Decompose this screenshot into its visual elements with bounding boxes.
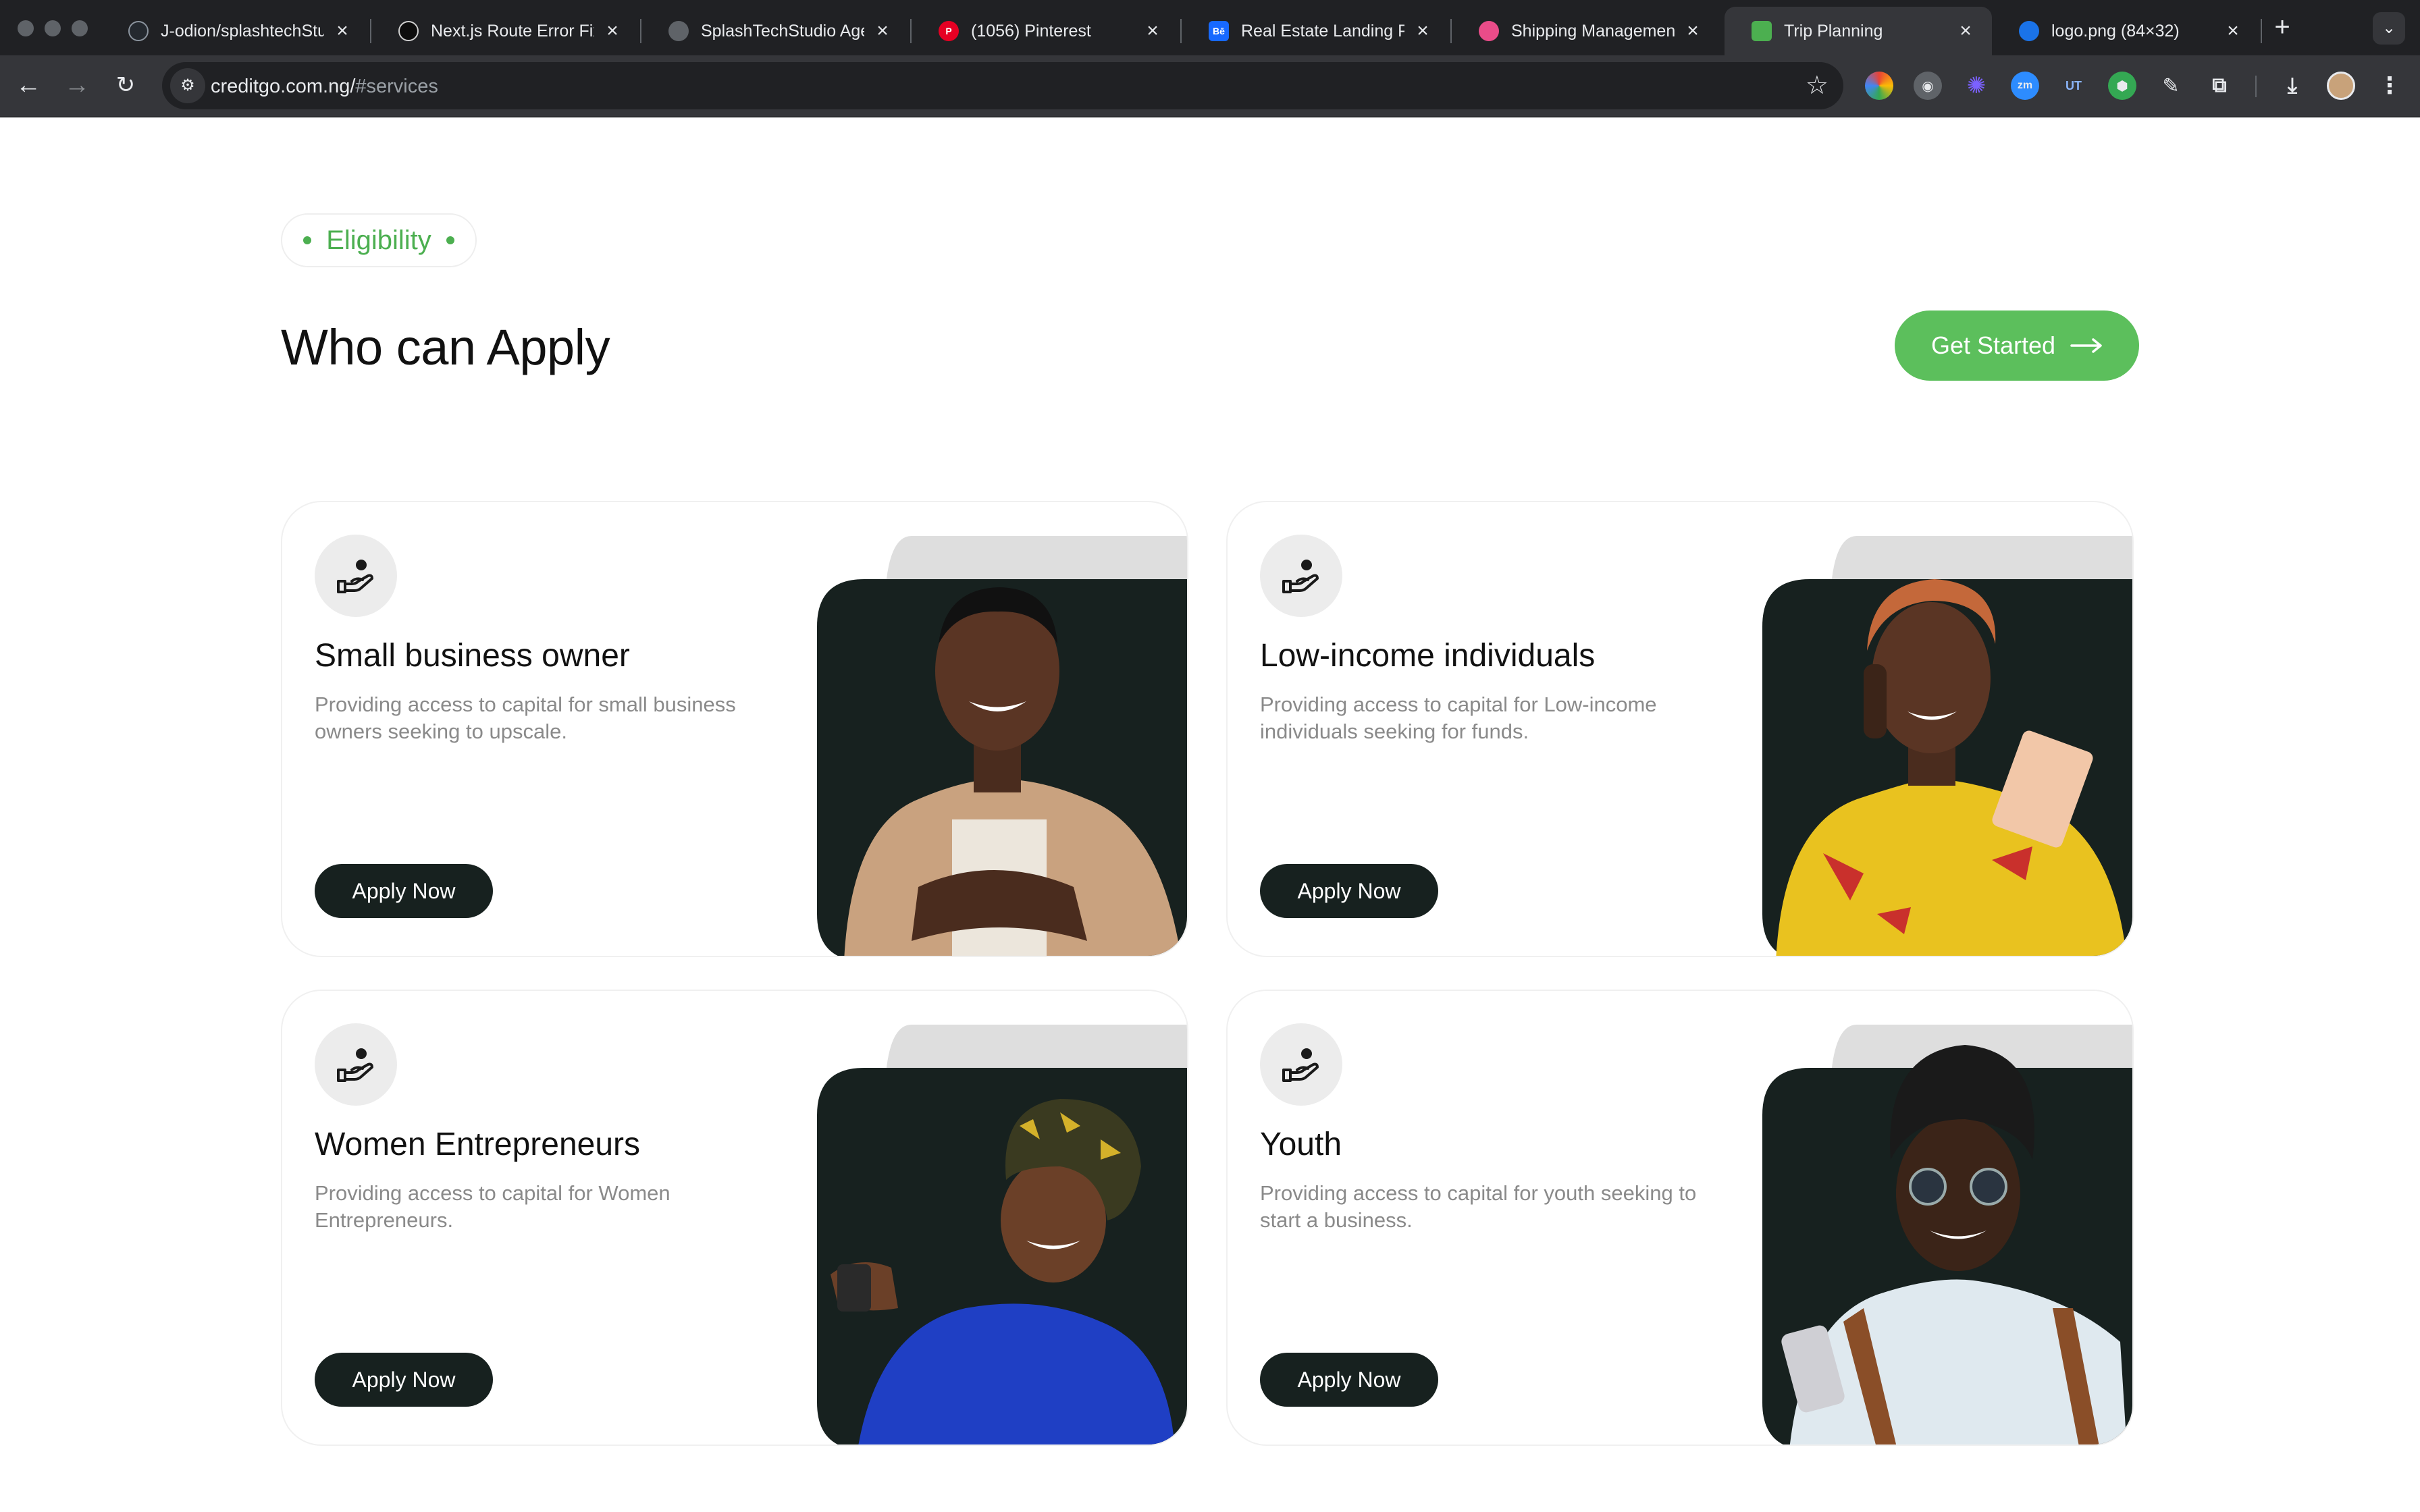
close-tab-icon[interactable]: ×: [1954, 20, 1977, 43]
hand-coin-icon: [1260, 535, 1342, 617]
eligibility-card-low-income: Low-income individuals Providing access …: [1226, 501, 2134, 957]
new-tab-icon[interactable]: +: [2269, 9, 2296, 45]
arrow-right-icon: [2070, 338, 2102, 353]
woman-in-headwrap-with-phone-photo: [817, 1025, 1187, 1444]
color-picker-extension-icon[interactable]: [1865, 72, 1893, 100]
close-tab-icon[interactable]: ×: [1141, 20, 1164, 43]
tab-title: Next.js Route Error Fix: [431, 21, 594, 40]
forward-arrow-icon[interactable]: →: [58, 66, 96, 104]
eyedropper-extension-icon[interactable]: ✎: [2157, 72, 2185, 100]
extensions-puzzle-icon[interactable]: ⧉: [2205, 72, 2234, 100]
image-icon: [2019, 21, 2039, 41]
figma-icon: [1752, 21, 1772, 41]
close-tab-icon[interactable]: ×: [1411, 20, 1434, 43]
url-host: creditgo.com.ng/: [211, 76, 356, 97]
gear-extension-icon[interactable]: ✺: [1962, 72, 1991, 100]
close-tab-icon[interactable]: ×: [331, 20, 354, 43]
tab-title: Trip Planning: [1784, 21, 1883, 40]
site-info-icon[interactable]: ⚙: [170, 68, 205, 103]
badge-label: Eligibility: [326, 225, 431, 255]
card-description: Providing access to capital for Low-inco…: [1260, 693, 1657, 743]
zoom-extension-icon[interactable]: zm: [2011, 72, 2039, 100]
young-man-with-phone-photo: [1762, 1025, 2132, 1444]
camera-extension-icon[interactable]: ◉: [1914, 72, 1942, 100]
download-icon[interactable]: ⤓: [2278, 72, 2307, 100]
behance-icon: Bē: [1209, 21, 1229, 41]
apply-now-button[interactable]: Apply Now: [315, 1353, 493, 1407]
close-tab-icon[interactable]: ×: [871, 20, 894, 43]
services-section: Eligibility Who can Apply Get Started Sm…: [0, 119, 2420, 1512]
tab-title: Real Estate Landing Pa: [1241, 21, 1404, 40]
browser-tab[interactable]: Next.js Route Error Fix ×: [371, 7, 639, 55]
chatgpt-icon: [398, 21, 419, 41]
address-bar[interactable]: ⚙ creditgo.com.ng/#services ☆: [162, 62, 1843, 109]
tab-title: (1056) Pinterest: [971, 21, 1091, 40]
browser-tab[interactable]: logo.png (84×32) ×: [1992, 7, 2259, 55]
eligibility-card-small-business: Small business owner Providing access to…: [281, 501, 1188, 957]
browser-tab[interactable]: P (1056) Pinterest ×: [912, 7, 1179, 55]
ruler-extension-icon[interactable]: UT: [2059, 72, 2088, 100]
github-icon: [128, 21, 149, 41]
get-started-label: Get Started: [1930, 331, 2056, 359]
tab-title: J-odion/splashtechStu: [161, 21, 324, 40]
browser-tab-bar: J-odion/splashtechStu × Next.js Route Er…: [0, 0, 2420, 55]
badge-dot: [446, 236, 454, 244]
browser-tab[interactable]: SplashTechStudio Agen ×: [641, 7, 909, 55]
close-tab-icon[interactable]: ×: [1681, 20, 1704, 43]
man-in-apron-photo: [817, 536, 1187, 956]
back-arrow-icon[interactable]: ←: [9, 66, 47, 104]
window-minimize-control[interactable]: [45, 20, 61, 36]
section-title: Who can Apply: [281, 319, 610, 375]
browser-tab-active[interactable]: Trip Planning ×: [1725, 7, 1992, 55]
hand-coin-icon: [1260, 1023, 1342, 1106]
pinterest-icon: P: [939, 21, 959, 41]
card-description: Providing access to capital for small bu…: [315, 693, 736, 743]
card-title: Youth: [1260, 1127, 1342, 1162]
card-description: Providing access to capital for youth se…: [1260, 1181, 1697, 1232]
evernote-extension-icon[interactable]: ⬢: [2108, 72, 2136, 100]
dribbble-icon: [1479, 21, 1499, 41]
url-path: #services: [355, 76, 438, 97]
close-tab-icon[interactable]: ×: [601, 20, 624, 43]
browser-tab[interactable]: J-odion/splashtechStu ×: [101, 7, 369, 55]
card-title: Small business owner: [315, 638, 630, 674]
window-close-control[interactable]: [18, 20, 34, 36]
eligibility-badge: Eligibility: [281, 213, 477, 267]
hand-coin-icon: [315, 535, 397, 617]
eligibility-card-women-entrepreneurs: Women Entrepreneurs Providing access to …: [281, 990, 1188, 1446]
tab-title: SplashTechStudio Agen: [701, 21, 864, 40]
tab-title: logo.png (84×32): [2051, 21, 2180, 40]
bookmark-star-icon[interactable]: ☆: [1806, 70, 1829, 101]
tab-title: Shipping Management: [1511, 21, 1675, 40]
browser-toolbar: ← → ↻ ⚙ creditgo.com.ng/#services ☆ ◉ ✺ …: [0, 55, 2420, 117]
profile-avatar[interactable]: [2327, 72, 2355, 100]
url-text[interactable]: creditgo.com.ng/#services: [211, 76, 438, 98]
card-title: Low-income individuals: [1260, 638, 1596, 674]
browser-tab[interactable]: Shipping Management ×: [1452, 7, 1719, 55]
woman-with-phone-and-cash-photo: [1762, 536, 2132, 956]
get-started-button[interactable]: Get Started: [1895, 310, 2139, 381]
globe-icon: [668, 21, 689, 41]
tab-search-icon[interactable]: ⌄: [2373, 12, 2405, 45]
close-tab-icon[interactable]: ×: [2221, 20, 2244, 43]
hand-coin-icon: [315, 1023, 397, 1106]
eligibility-card-youth: Youth Providing access to capital for yo…: [1226, 990, 2134, 1446]
window-zoom-control[interactable]: [72, 20, 88, 36]
apply-now-button[interactable]: Apply Now: [1260, 1353, 1438, 1407]
apply-now-button[interactable]: Apply Now: [1260, 864, 1438, 918]
card-title: Women Entrepreneurs: [315, 1127, 641, 1162]
reload-icon[interactable]: ↻: [107, 66, 144, 104]
badge-dot: [303, 236, 312, 244]
browser-menu-icon[interactable]: ⋮: [2375, 72, 2404, 100]
apply-now-button[interactable]: Apply Now: [315, 864, 493, 918]
browser-tab[interactable]: Bē Real Estate Landing Pa ×: [1182, 7, 1449, 55]
card-description: Providing access to capital for Women En…: [315, 1181, 670, 1232]
